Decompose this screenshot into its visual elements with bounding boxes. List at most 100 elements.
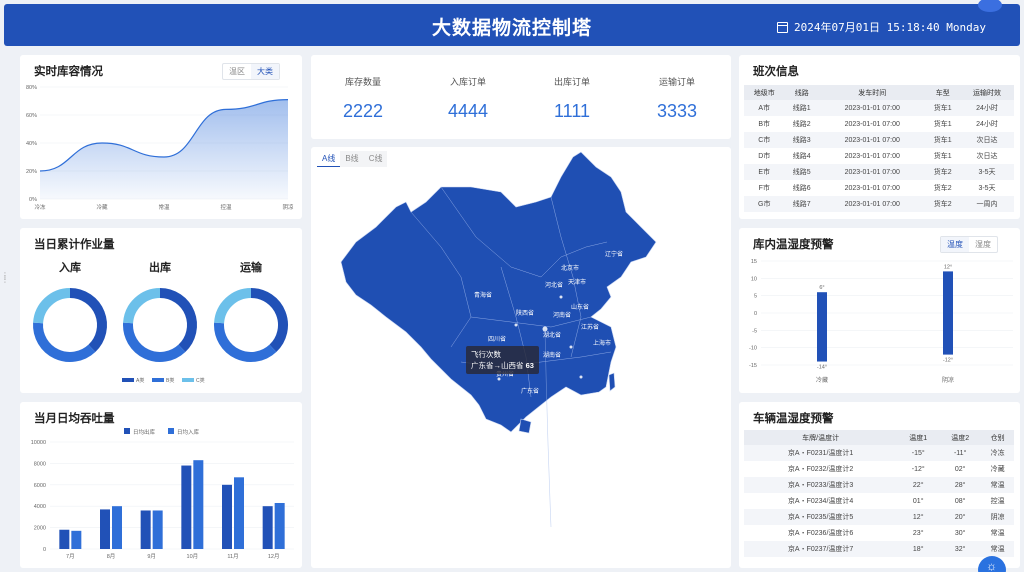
x-tick-label: 阴凉 [942,376,954,384]
table-cell: 20° [939,509,982,525]
x-tick-label: 10月 [187,553,199,560]
donut-title: 出库 [149,260,171,274]
y-tick-label: 40% [26,141,37,147]
table-cell: 23° [912,529,924,537]
column-header[interactable]: 地级市 [744,85,785,100]
column-header[interactable]: 发车时间 [818,85,926,100]
bar [193,460,204,549]
datetime-display: 2024年07月01日 15:18:40 Monday [777,19,986,35]
tooltip-route: 广东省→山西省 [471,361,524,370]
table-cell: 京A・F0233/温度计3 [744,477,898,493]
vehicle-row[interactable]: 京A・F0236/温度计6 23° 30° 常温 [744,525,1014,541]
stat-value: 3333 [656,101,698,121]
table-cell: A市 [744,100,785,116]
schedule-row[interactable]: D市 线路4 2023-01-01 07:00 货车1 次日达 [744,148,1014,164]
schedule-row[interactable]: A市 线路1 2023-01-01 07:00 货车1 24小时 [744,100,1014,116]
column-header[interactable]: 车型 [925,85,960,100]
x-tick-label: 8月 [107,553,116,560]
vehicle-row[interactable]: 京A・F0237/温度计7 18° 32° 常温 [744,541,1014,557]
table-cell: 24小时 [960,100,1014,116]
stat-inbound: 入库订单 4444 [423,75,513,122]
table-header-row: 地级市 线路 发车时间 车型 运输时效 [744,85,1014,100]
column-header[interactable]: 线路 [784,85,819,100]
map-label: 广东省 [521,387,539,395]
schedule-row[interactable]: F市 线路6 2023-01-01 07:00 货车2 3-5天 [744,180,1014,196]
legend-label: B类 [166,377,174,384]
y-tick-label: 6000 [34,483,46,489]
table-cell: 12° [897,509,940,525]
table-cell: -15° [897,445,940,461]
schedule-table-wrap: 地级市 线路 发车时间 车型 运输时效 A市 线路1 2023-01-01 07:00 货车1 2… [744,85,1014,212]
legend-swatch [124,428,130,434]
map-label: 辽宁省 [605,250,623,258]
vehicle-row[interactable]: 京A・F0232/温度计2 -12° 02° 冷藏 [744,461,1014,477]
x-tick-label: 常温 [158,203,170,211]
bar [100,509,110,549]
schedule-row[interactable]: C市 线路3 2023-01-01 07:00 货车1 次日达 [744,132,1014,148]
stat-label: 运输订单 [658,77,695,87]
calendar-icon [777,21,789,33]
y-tick-label: -10 [749,346,757,352]
legend-label: 日均出库 [133,428,156,436]
table-cell: 线路4 [792,153,811,160]
table-cell: B市 [758,121,771,128]
x-tick-label: 7月 [66,553,75,560]
y-tick-label: 0 [754,311,757,317]
vehicle-temp-title: 车辆温湿度预警 [753,413,834,425]
map-panel: A线 B线 C线 辽宁省 北京市 天津市 河北省 山东省 青海省 陕西省 河南省… [311,147,731,568]
table-cell: 货车2 [925,196,960,212]
table-cell: 线路6 [792,185,811,192]
y-tick-label: 0% [29,197,37,203]
table-cell: 3-5天 [960,164,1014,180]
table-cell: 2023-01-01 07:00 [844,184,900,192]
map-point [569,345,573,349]
column-header[interactable]: 运输时效 [960,85,1014,100]
vehicle-temp-table: 车牌/温度计 温度1 温度2 仓别 京A・F0231/温度计1 -15° -11° 冷冻 京A・… [744,430,1014,557]
vehicle-temp-panel: 车辆温湿度预警 车牌/温度计 温度1 温度2 仓别 京A・F0231/温度计1 -15° -… [739,402,1020,568]
legend-swatch [122,378,134,382]
drag-handle-icon[interactable]: ⋮ ⋮ [1,272,9,284]
table-cell: 京A・F0234/温度计4 [787,498,854,505]
legend-swatch [182,378,194,382]
range-min-label: -14° [817,365,827,371]
column-header[interactable]: 温度2 [939,430,982,445]
table-cell: 常温 [981,541,1014,557]
range-max-label: 6° [819,285,824,291]
schedule-row[interactable]: G市 线路7 2023-01-01 07:00 货车2 一周内 [744,196,1014,212]
table-cell: 2023-01-01 07:00 [818,164,926,180]
table-cell: 2023-01-01 07:00 [818,196,926,212]
header-bar: 大数据物流控制塔 2024年07月01日 15:18:40 Monday [4,0,1020,46]
column-header[interactable]: 车牌/温度计 [744,430,898,445]
vehicle-row[interactable]: 京A・F0234/温度计4 01° 08° 控温 [744,493,1014,509]
map-point [514,323,518,327]
x-tick-label: 11月 [227,553,238,560]
y-tick-label: 10000 [31,440,46,446]
donut-title: 入库 [59,260,81,274]
column-header[interactable]: 仓别 [981,430,1014,445]
y-tick-label: 15 [751,259,757,265]
bar [140,510,151,549]
vehicle-row[interactable]: 京A・F0231/温度计1 -15° -11° 冷冻 [744,445,1014,461]
table-cell: 30° [954,529,966,537]
stat-label: 库存数量 [344,77,381,87]
x-tick-label: 阴凉 [282,203,294,211]
vehicle-row[interactable]: 京A・F0235/温度计5 12° 20° 阴凉 [744,509,1014,525]
stat-transport: 运输订单 3333 [632,75,722,122]
schedule-row[interactable]: E市 线路5 2023-01-01 07:00 货车2 3-5天 [744,164,1014,180]
table-cell: 货车1 [925,100,960,116]
column-header[interactable]: 温度1 [897,430,940,445]
tooltip-line: 广东省→山西省 63 [471,360,534,371]
bar [274,502,285,549]
stat-value: 2222 [342,101,384,121]
x-tick-label: 冷藏 [96,203,108,211]
vehicle-row[interactable]: 京A・F0233/温度计3 22° 28° 常温 [744,477,1014,493]
table-cell: 18° [897,541,940,557]
map-label: 河北省 [545,281,563,289]
avatar[interactable] [978,0,1002,12]
y-tick-label: 5 [754,294,757,300]
table-cell: 01° [912,497,924,505]
table-cell: 22° [897,477,940,493]
table-cell: G市 [744,196,785,212]
schedule-row[interactable]: B市 线路2 2023-01-01 07:00 货车1 24小时 [744,116,1014,132]
bar [112,506,122,549]
